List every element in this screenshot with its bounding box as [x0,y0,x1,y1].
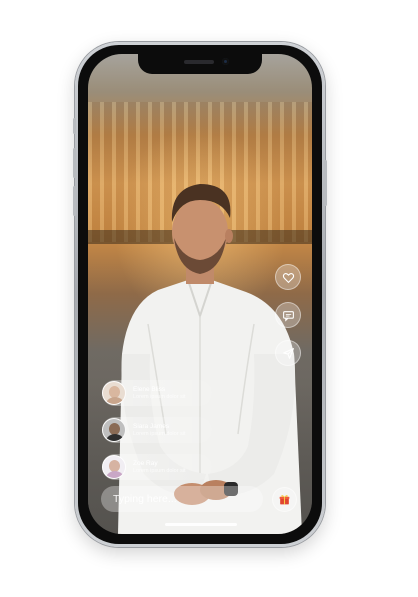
front-camera [222,58,229,65]
send-icon [282,347,294,359]
comment-item[interactable]: Elene Bliss Lorem ipsum dolor sit [102,380,212,406]
speaker-grille [184,60,214,64]
comment-message: Lorem ipsum dolor sit [133,430,186,437]
comment-item[interactable]: Siara James Lorem ipsum dolor sit [102,417,212,443]
comment-message: Lorem ipsum dolor sit [133,393,186,400]
comment-author: Elene Bliss [133,386,166,394]
notch [138,54,262,74]
avatar[interactable] [102,381,126,405]
gift-icon [279,495,290,505]
comment-author: Zoe Ray [133,460,158,468]
volume-down-button [73,186,76,216]
live-stream-screen: Elene Bliss Lorem ipsum dolor sit Siara … [88,54,312,534]
avatar[interactable] [102,455,126,479]
chat-bubble-icon [282,310,294,322]
avatar[interactable] [102,418,126,442]
side-action-bar [275,264,303,378]
volume-up-button [73,148,76,178]
comment-author: Siara James [133,423,170,431]
heart-icon [282,272,294,283]
share-button[interactable] [275,340,301,366]
comment-message: Lorem ipsum dolor sit [133,467,186,474]
live-comments: Elene Bliss Lorem ipsum dolor sit Siara … [102,380,212,491]
like-button[interactable] [275,264,301,290]
home-indicator[interactable] [165,523,237,526]
comment-input[interactable] [101,486,263,512]
gift-button[interactable] [272,487,297,512]
mute-switch [73,118,76,134]
comment-button[interactable] [275,302,301,328]
comment-item[interactable]: Zoe Ray Lorem ipsum dolor sit [102,454,212,480]
power-button [324,160,327,206]
